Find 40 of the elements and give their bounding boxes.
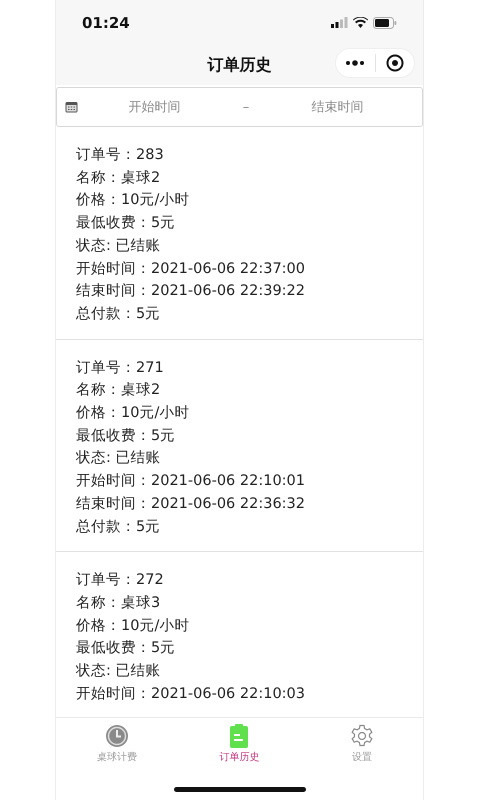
tab-bar-item[interactable]: 桌球计费 <box>56 724 178 764</box>
more-icon[interactable] <box>345 60 366 66</box>
order-detail-line: 开始时间：2021-06-06 22:10:01 <box>76 472 306 492</box>
calendar-icon <box>65 101 78 113</box>
order-detail-line: 价格：10元/小时 <box>76 404 190 424</box>
tab-bar-item[interactable]: 设置 <box>300 724 423 764</box>
order-detail-line: 开始时间：2021-06-06 22:37:00 <box>76 260 306 279</box>
close-icon[interactable] <box>386 54 404 72</box>
end-time-placeholder: 结束时间 <box>310 99 364 116</box>
battery-icon <box>373 16 397 28</box>
order-detail-line: 名称：桌球3 <box>76 594 162 613</box>
order-detail-line: 最低收费：5元 <box>76 639 176 658</box>
clipboard-icon <box>229 724 250 748</box>
order-detail-line: 最低收费：5元 <box>76 426 176 446</box>
order-detail-line: 开始时间：2021-06-06 22:10:03 <box>76 684 306 704</box>
order-detail-line: 订单号：272 <box>76 571 165 590</box>
status-time: 01:24 <box>82 14 130 32</box>
order-detail-line: 总付款：5元 <box>76 304 162 324</box>
signal-icon <box>331 17 348 28</box>
page-title: 订单历史 <box>208 54 272 76</box>
order-detail-line: 名称：桌球2 <box>76 381 162 400</box>
order-detail-line: 最低收费：5元 <box>76 214 176 234</box>
settings-icon <box>350 724 374 748</box>
order-detail-line: 价格：10元/小时 <box>76 616 190 636</box>
tab-bar-item[interactable]: 订单历史 <box>178 724 301 764</box>
clock-icon <box>105 724 130 748</box>
order-detail-line: 总付款：5元 <box>76 518 162 537</box>
range-separator: – <box>242 100 250 114</box>
order-detail-line: 订单号：271 <box>76 358 165 378</box>
order-detail-line: 状态: 已结账 <box>76 662 162 682</box>
order-detail-line: 结束时间：2021-06-06 22:39:22 <box>76 282 306 302</box>
order-detail-line: 价格：10元/小时 <box>76 191 190 210</box>
order-detail-line: 订单号：283 <box>76 146 165 165</box>
order-detail-line: 结束时间：2021-06-06 22:36:32 <box>76 494 306 514</box>
start-time-placeholder: 开始时间 <box>128 99 182 116</box>
order-detail-line: 状态: 已结账 <box>76 449 162 468</box>
order-detail-line: 名称：桌球2 <box>76 168 162 188</box>
order-detail-line: 状态: 已结账 <box>76 236 162 256</box>
date-range-field[interactable]: 开始时间 – 结束时间 <box>56 87 423 127</box>
wifi-icon <box>353 17 368 28</box>
